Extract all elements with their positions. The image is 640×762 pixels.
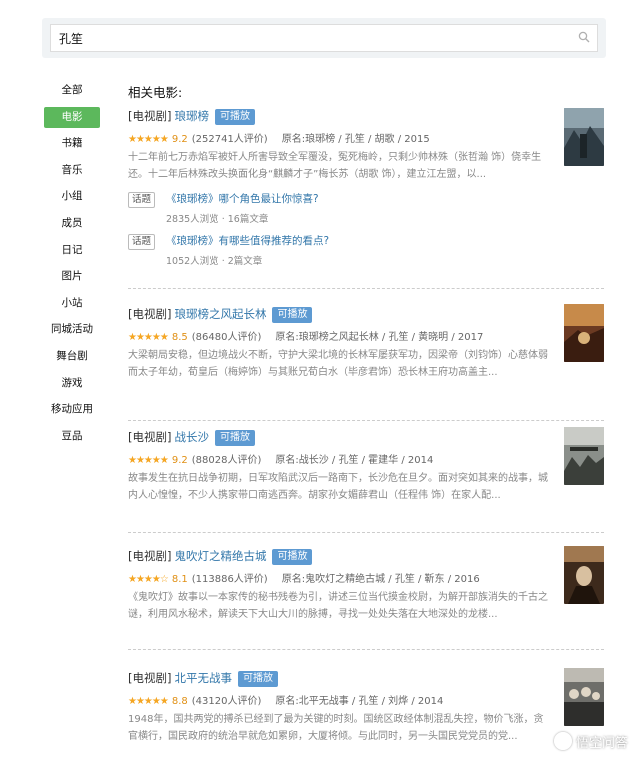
- playable-badge[interactable]: 可播放: [272, 549, 313, 565]
- playable-badge[interactable]: 可播放: [272, 307, 313, 323]
- topic-link[interactable]: 《琅琊榜》哪个角色最让你惊喜?: [166, 191, 319, 206]
- result-title-link[interactable]: 战长沙: [174, 430, 209, 444]
- sidebar-item-diary[interactable]: 日记: [40, 240, 104, 261]
- rating-votes: (88028人评价): [191, 455, 262, 466]
- original-title: 原名:琅琊榜 / 孔笙 / 胡歌 / 2015: [281, 134, 430, 145]
- playable-badge[interactable]: 可播放: [214, 109, 255, 125]
- original-title: 原名:北平无战事 / 孔笙 / 刘烨 / 2014: [275, 696, 444, 707]
- sidebar-item-drama[interactable]: 舞台剧: [40, 346, 104, 367]
- search-bar: [42, 18, 606, 58]
- topic-item: 话题 《琅琊榜》有哪些值得推荐的看点? 1052人浏览 · 2篇文章: [128, 233, 604, 271]
- poster-image[interactable]: [564, 108, 604, 166]
- rating-votes: (43120人评价): [191, 696, 262, 707]
- original-title: 原名:琅琊榜之风起长林 / 孔笙 / 黄晓明 / 2017: [275, 332, 484, 343]
- result-item: [电视剧] 战长沙 可播放 ★★★★★ 9.2 (88028人评价) 原名:战长沙 / 孔…: [128, 427, 604, 521]
- rating-score: 8.8: [171, 696, 188, 707]
- topic-link[interactable]: 《琅琊榜》有哪些值得推荐的看点?: [166, 233, 329, 248]
- result-title-link[interactable]: 琅琊榜: [174, 109, 209, 123]
- poster-image[interactable]: [564, 668, 604, 726]
- sidebar-item-games[interactable]: 游戏: [40, 373, 104, 394]
- rating-stars-icon: ★★★★★: [128, 696, 169, 707]
- playable-badge[interactable]: 可播放: [214, 430, 255, 446]
- watermark-text: 悟空问答: [575, 735, 628, 751]
- topic-tag: 话题: [128, 192, 156, 208]
- rating-score: 9.2: [171, 455, 188, 466]
- watermark: 悟空问答: [553, 730, 628, 752]
- rating-votes: (86480人评价): [191, 332, 262, 343]
- result-category: [电视剧]: [128, 430, 172, 444]
- sidebar-item-members[interactable]: 成员: [40, 213, 104, 234]
- rating-score: 9.2: [171, 134, 188, 145]
- wukong-logo-icon: [553, 732, 572, 750]
- result-category: [电视剧]: [128, 549, 172, 563]
- results-panel: 相关电影: [电视剧] 琅琊榜 可播放 ★★★★★ 9.2 (252741人评价) 原名:…: [128, 82, 604, 742]
- result-divider: [128, 288, 604, 289]
- original-title: 原名:鬼吹灯之精绝古城 / 孔笙 / 靳东 / 2016: [281, 574, 480, 585]
- sidebar-item-all[interactable]: 全部: [40, 80, 104, 101]
- result-meta: ★★★★★ 9.2 (252741人评价) 原名:琅琊榜 / 孔笙 / 胡歌 / 20…: [128, 130, 604, 145]
- search-input[interactable]: [50, 24, 598, 52]
- search-icon[interactable]: [578, 31, 590, 43]
- sidebar-item-books[interactable]: 书籍: [40, 133, 104, 154]
- sidebar-item-movie[interactable]: 电影: [44, 106, 100, 128]
- result-meta: ★★★★☆ 8.1 (113886人评价) 原名:鬼吹灯之精绝古城 / 孔笙 / 靳东…: [128, 570, 604, 585]
- topic-tag: 话题: [128, 234, 156, 250]
- original-title: 原名:战长沙 / 孔笙 / 霍建华 / 2014: [275, 455, 434, 466]
- poster-image[interactable]: [564, 546, 604, 604]
- rating-stars-icon: ★★★★★: [128, 332, 169, 343]
- sidebar-item-events[interactable]: 同城活动: [40, 319, 104, 340]
- result-category: [电视剧]: [128, 109, 172, 123]
- result-meta: ★★★★★ 8.5 (86480人评价) 原名:琅琊榜之风起长林 / 孔笙 / 黄晓明…: [128, 328, 604, 343]
- result-description: 十二年前七万赤焰军被奸人所害导致全军覆没，冤死梅岭，只剩少帅林殊（张哲瀚 饰）侥…: [128, 152, 542, 180]
- result-title-link[interactable]: 北平无战事: [174, 671, 232, 685]
- sidebar-item-music[interactable]: 音乐: [40, 160, 104, 181]
- result-category: [电视剧]: [128, 671, 172, 685]
- result-meta: ★★★★★ 9.2 (88028人评价) 原名:战长沙 / 孔笙 / 霍建华 / 20…: [128, 451, 604, 466]
- result-description: 故事发生在抗日战争初期，日军攻陷武汉后一路南下，长沙危在旦夕。面对突如其来的战事…: [128, 473, 548, 501]
- result-description: 1948年，国共两党的搏杀已经到了最为关键的时刻。国统区政经体制混乱失控，物价飞…: [128, 714, 544, 742]
- rating-stars-icon: ★★★★★: [128, 134, 169, 145]
- result-description: 《鬼吹灯》故事以一本家传的秘书残卷为引，讲述三位当代摸金校尉，为解开部族消失的千…: [128, 592, 548, 620]
- poster-image[interactable]: [564, 427, 604, 485]
- topic-item: 话题 《琅琊榜》哪个角色最让你惊喜? 2835人浏览 · 16篇文章: [128, 191, 604, 229]
- topic-stats: 2835人浏览 · 16篇文章: [166, 214, 269, 225]
- result-divider: [128, 649, 604, 650]
- result-item: [电视剧] 琅琊榜之风起长林 可播放 ★★★★★ 8.5 (86480人评价) 原名:琅琊…: [128, 304, 604, 398]
- result-item: [电视剧] 鬼吹灯之精绝古城 可播放 ★★★★☆ 8.1 (113886人评价) 原名:鬼…: [128, 546, 604, 640]
- rating-stars-icon: ★★★★☆: [128, 574, 169, 585]
- sidebar-item-apps[interactable]: 移动应用: [40, 399, 104, 420]
- topic-stats: 1052人浏览 · 2篇文章: [166, 256, 263, 267]
- result-description: 大梁朝局安稳，但边境战火不断，守护大梁北境的长林军屡获军功，因梁帝（刘钧饰）心慈…: [128, 350, 548, 378]
- category-sidebar: 全部 电影 书籍 音乐 小组 成员 日记 图片 小站 同城活动 舞台剧 游戏 移…: [40, 80, 104, 452]
- playable-badge[interactable]: 可播放: [237, 671, 278, 687]
- result-category: [电视剧]: [128, 307, 172, 321]
- rating-votes: (252741人评价): [191, 134, 268, 145]
- rating-score: 8.1: [171, 574, 188, 585]
- result-title-link[interactable]: 琅琊榜之风起长林: [174, 307, 266, 321]
- result-title-link[interactable]: 鬼吹灯之精绝古城: [174, 549, 266, 563]
- result-meta: ★★★★★ 8.8 (43120人评价) 原名:北平无战事 / 孔笙 / 刘烨 / 2…: [128, 692, 604, 707]
- sidebar-item-sites[interactable]: 小站: [40, 293, 104, 314]
- rating-stars-icon: ★★★★★: [128, 455, 169, 466]
- result-item: [电视剧] 北平无战事 可播放 ★★★★★ 8.8 (43120人评价) 原名:北平无战事…: [128, 668, 604, 762]
- result-item: [电视剧] 琅琊榜 可播放 ★★★★★ 9.2 (252741人评价) 原名:琅琊榜 / …: [128, 106, 604, 271]
- section-title: 相关电影:: [128, 85, 183, 100]
- sidebar-item-groups[interactable]: 小组: [40, 186, 104, 207]
- result-divider: [128, 532, 604, 533]
- sidebar-item-doupin[interactable]: 豆品: [40, 426, 104, 447]
- sidebar-item-photos[interactable]: 图片: [40, 266, 104, 287]
- result-divider: [128, 420, 604, 421]
- rating-score: 8.5: [171, 332, 188, 343]
- poster-image[interactable]: [564, 304, 604, 362]
- rating-votes: (113886人评价): [191, 574, 268, 585]
